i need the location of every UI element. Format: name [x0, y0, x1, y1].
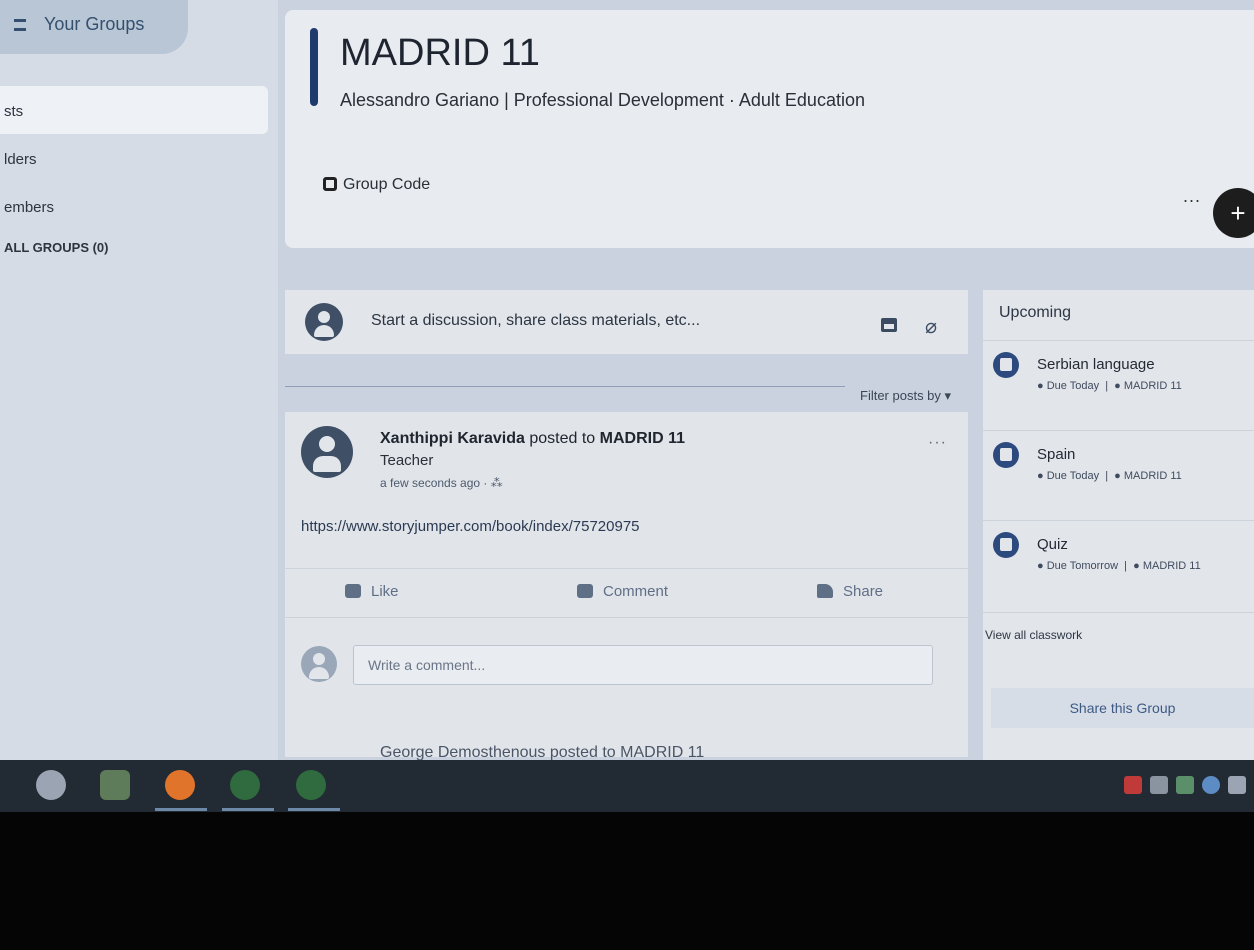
upcoming-item-name[interactable]: Quiz: [1037, 536, 1068, 553]
post-author-line: Xanthippi Karavida posted to MADRID 11: [380, 430, 685, 448]
share-icon: [817, 584, 833, 598]
upcoming-item[interactable]: Serbian language ● Due Today | ● MADRID …: [993, 352, 1254, 422]
group-code-label: Group Code: [343, 176, 431, 193]
taskbar: [0, 760, 1254, 812]
paperclip-icon[interactable]: ⌀: [925, 314, 937, 339]
sidebar-item-members[interactable]: embers: [0, 182, 268, 230]
posted-to-text: posted to: [524, 430, 600, 447]
menu-icon: [14, 19, 26, 32]
sidebar-item-posts[interactable]: sts: [0, 86, 268, 134]
post-timestamp: a few seconds ago · ⁂: [380, 476, 503, 490]
explorer-icon[interactable]: [100, 770, 130, 800]
sidebar-item-label: sts: [4, 103, 24, 120]
upcoming-item[interactable]: Quiz ● Due Tomorrow | ● MADRID 11: [993, 532, 1254, 602]
tray-app-icon[interactable]: [1176, 776, 1194, 794]
sidebar: Your Groups sts lders embers ALL GROUPS …: [0, 0, 278, 760]
start-icon[interactable]: [36, 770, 66, 800]
active-app-indicator: [155, 808, 207, 811]
avatar[interactable]: [301, 426, 353, 478]
upcoming-item-meta: ● Due Today | ● MADRID 11: [1037, 380, 1182, 392]
keyboard-icon[interactable]: [1228, 776, 1246, 794]
network-icon[interactable]: [1150, 776, 1168, 794]
comment-label: Comment: [603, 583, 669, 600]
small-groups-heading[interactable]: ALL GROUPS (0): [4, 240, 109, 255]
avatar: [305, 303, 343, 341]
avatar: [301, 646, 337, 682]
comment-input[interactable]: Write a comment...: [353, 645, 933, 685]
page-title: MADRID 11: [340, 32, 540, 74]
sidebar-item-label: embers: [4, 199, 55, 216]
calendar-icon[interactable]: [881, 318, 897, 332]
like-button[interactable]: Like: [345, 583, 399, 600]
post-author-role: Teacher: [380, 452, 434, 469]
more-options-button[interactable]: ...: [1183, 186, 1201, 207]
assignment-icon: [993, 532, 1019, 558]
filter-posts-dropdown[interactable]: Filter posts by ▾: [860, 388, 951, 404]
share-label: Share: [843, 583, 884, 600]
divider: [285, 386, 845, 387]
comment-icon: [577, 584, 593, 598]
view-all-classwork-link[interactable]: View all classwork: [985, 628, 1082, 642]
add-button[interactable]: +: [1213, 188, 1254, 238]
sidebar-item-folders[interactable]: lders: [0, 134, 268, 182]
next-post-author-line: George Demosthenous posted to MADRID 11: [380, 744, 705, 760]
qr-code-icon: [323, 177, 337, 191]
post-card: Xanthippi Karavida posted to MADRID 11 T…: [285, 412, 968, 760]
divider: [983, 430, 1254, 431]
composer-placeholder[interactable]: Start a discussion, share class material…: [371, 312, 700, 330]
your-groups-button[interactable]: Your Groups: [0, 0, 188, 54]
sidebar-item-label: lders: [4, 151, 37, 168]
upcoming-item-meta: ● Due Today | ● MADRID 11: [1037, 470, 1182, 482]
thumbs-up-icon: [345, 584, 361, 598]
comment-button[interactable]: Comment: [577, 583, 668, 600]
running-app-indicator: [288, 808, 340, 811]
group-code-button[interactable]: Group Code: [323, 176, 430, 194]
your-groups-label: Your Groups: [44, 14, 145, 34]
upcoming-item-name[interactable]: Spain: [1037, 446, 1075, 463]
upcoming-item-meta: ● Due Tomorrow | ● MADRID 11: [1037, 560, 1201, 572]
post-link[interactable]: https://www.storyjumper.com/book/index/7…: [301, 518, 640, 535]
upcoming-item[interactable]: Spain ● Due Today | ● MADRID 11: [993, 442, 1254, 512]
post-actions: Like Comment Share: [285, 568, 968, 618]
divider: [983, 612, 1254, 613]
app-icon[interactable]: [296, 770, 326, 800]
share-button[interactable]: Share: [817, 583, 883, 600]
sync-icon[interactable]: [1202, 776, 1220, 794]
screen: Your Groups sts lders embers ALL GROUPS …: [0, 0, 1254, 760]
post-more-button[interactable]: ···: [928, 434, 947, 452]
upcoming-title: Upcoming: [999, 304, 1072, 321]
group-header: MADRID 11 Alessandro Gariano | Professio…: [285, 10, 1254, 248]
post-group[interactable]: MADRID 11: [600, 430, 685, 447]
firefox-icon[interactable]: [165, 770, 195, 800]
divider: [983, 520, 1254, 521]
group-subtitle: Alessandro Gariano | Professional Develo…: [340, 90, 865, 110]
security-icon[interactable]: [1124, 776, 1142, 794]
assignment-icon: [993, 352, 1019, 378]
like-label: Like: [371, 583, 399, 600]
upcoming-panel: Upcoming Serbian language ● Due Today | …: [983, 290, 1254, 760]
upcoming-item-name[interactable]: Serbian language: [1037, 356, 1155, 373]
post-author[interactable]: Xanthippi Karavida: [380, 430, 525, 447]
accent-bar: [310, 28, 318, 106]
app-icon[interactable]: [230, 770, 260, 800]
assignment-icon: [993, 442, 1019, 468]
monitor-bezel: [0, 812, 1254, 950]
share-group-button[interactable]: Share this Group: [991, 688, 1254, 728]
divider: [983, 340, 1254, 341]
post-composer[interactable]: Start a discussion, share class material…: [285, 290, 968, 354]
running-app-indicator: [222, 808, 274, 811]
